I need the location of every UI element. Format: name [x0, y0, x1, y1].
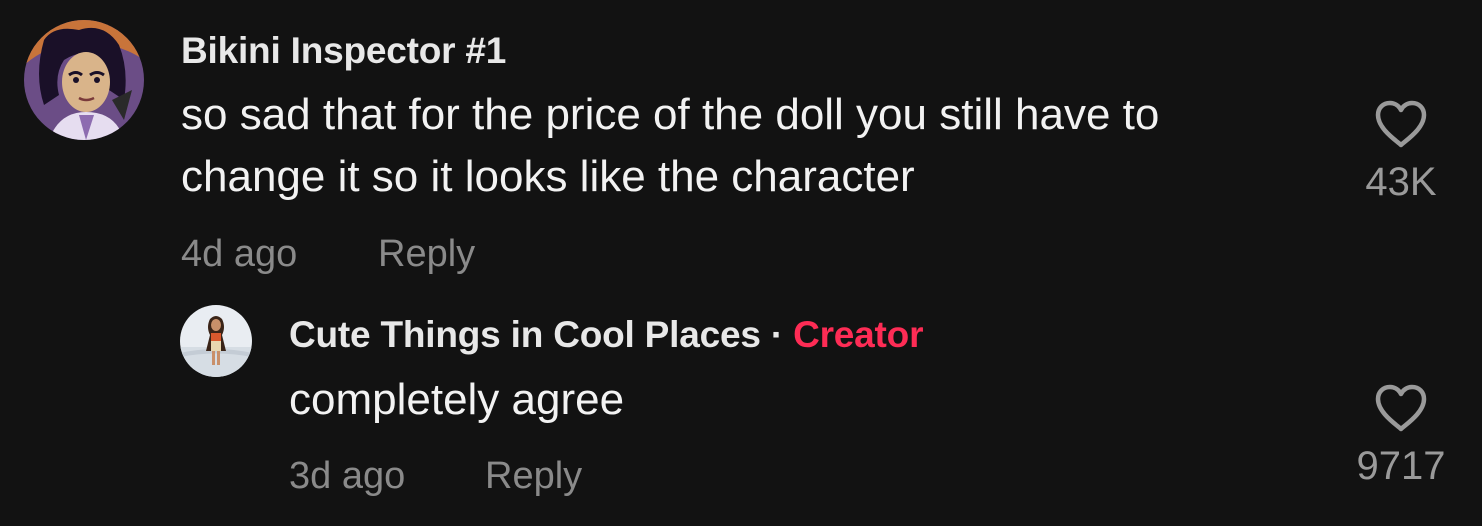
reply-button[interactable]: Reply — [485, 455, 582, 498]
reply-timestamp: 3d ago — [289, 455, 406, 497]
cartoon-avatar-icon — [24, 20, 144, 140]
comment-text-line-1: so sad that for the price of the doll yo… — [181, 90, 1160, 139]
reply-button[interactable]: Reply — [378, 233, 475, 276]
comment-timestamp: 4d ago — [181, 233, 298, 275]
like-button[interactable]: 43K — [1346, 100, 1456, 205]
comment-author[interactable]: Bikini Inspector #1 — [181, 30, 506, 72]
photo-avatar-icon — [180, 305, 252, 377]
avatar[interactable] — [24, 20, 144, 140]
avatar[interactable] — [180, 305, 252, 377]
comment-thread: Bikini Inspector #1 so sad that for the … — [0, 0, 1482, 526]
like-count: 43K — [1365, 160, 1437, 204]
separator: · — [770, 314, 783, 355]
reply-header: Cute Things in Cool Places · Creator — [289, 314, 923, 356]
like-button[interactable]: 9717 — [1346, 384, 1456, 489]
reply-text: completely agree — [289, 375, 625, 424]
heart-icon — [1375, 384, 1427, 432]
comment-text-line-2: change it so it looks like the character — [181, 152, 915, 201]
reply-author[interactable]: Cute Things in Cool Places — [289, 314, 761, 355]
like-count: 9717 — [1356, 444, 1446, 488]
creator-badge: Creator — [793, 314, 924, 355]
heart-icon — [1375, 100, 1427, 148]
